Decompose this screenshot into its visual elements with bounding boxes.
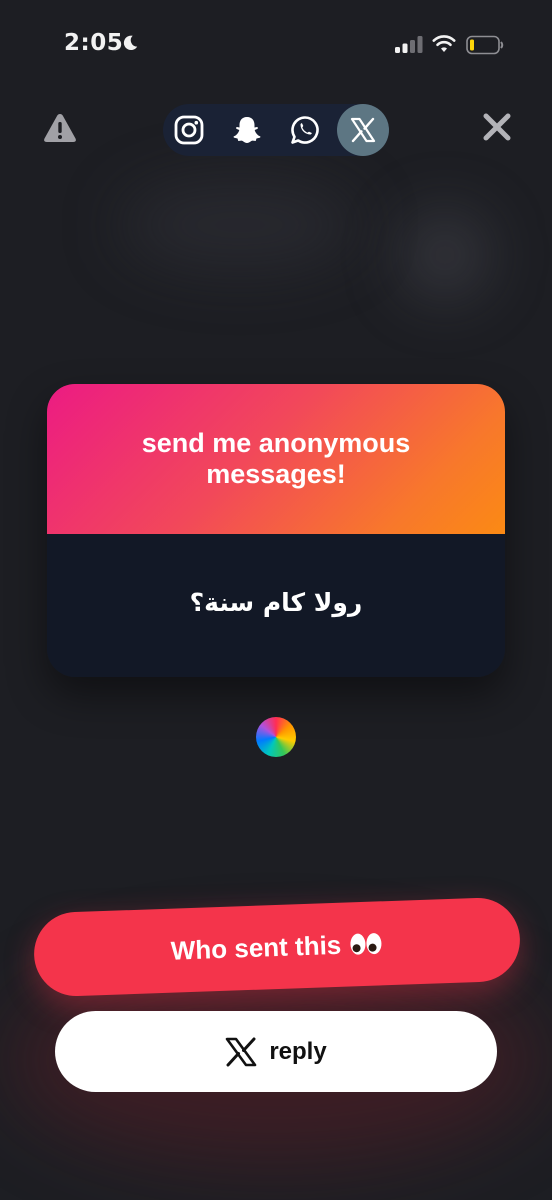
background-glow xyxy=(120,180,360,270)
eyes-icon xyxy=(349,931,384,956)
who-sent-button[interactable]: Who sent this xyxy=(32,896,522,998)
moon-icon xyxy=(123,35,138,51)
warning-icon xyxy=(44,114,76,142)
x-icon xyxy=(350,117,376,143)
share-whatsapp-button[interactable] xyxy=(280,105,330,155)
wifi-icon xyxy=(432,35,456,52)
card-header: send me anonymous messages! xyxy=(47,384,505,534)
x-icon xyxy=(226,1037,257,1066)
background-glow xyxy=(400,210,490,300)
instagram-icon xyxy=(174,115,204,145)
signal-icon xyxy=(395,36,423,53)
color-picker-button[interactable] xyxy=(256,717,296,757)
whatsapp-icon xyxy=(291,116,319,144)
status-bar: 2:05 xyxy=(0,0,552,90)
close-button[interactable] xyxy=(480,110,514,144)
report-button[interactable] xyxy=(43,112,77,144)
card-body: رولا كام سنة؟ xyxy=(47,534,505,677)
status-time: 2:05 xyxy=(64,30,124,56)
close-icon xyxy=(483,113,511,141)
share-x-button[interactable] xyxy=(337,104,389,156)
who-sent-label: Who sent this xyxy=(170,929,342,966)
share-instagram-button[interactable] xyxy=(164,105,214,155)
card-title: send me anonymous messages! xyxy=(141,428,411,489)
battery-icon xyxy=(466,35,504,55)
share-snapchat-button[interactable] xyxy=(222,105,272,155)
card-message: رولا كام سنة؟ xyxy=(189,588,363,617)
message-card: send me anonymous messages! رولا كام سنة… xyxy=(47,384,505,677)
snapchat-icon xyxy=(233,117,261,143)
reply-label: reply xyxy=(269,1037,327,1065)
reply-button[interactable]: reply xyxy=(55,1011,497,1092)
